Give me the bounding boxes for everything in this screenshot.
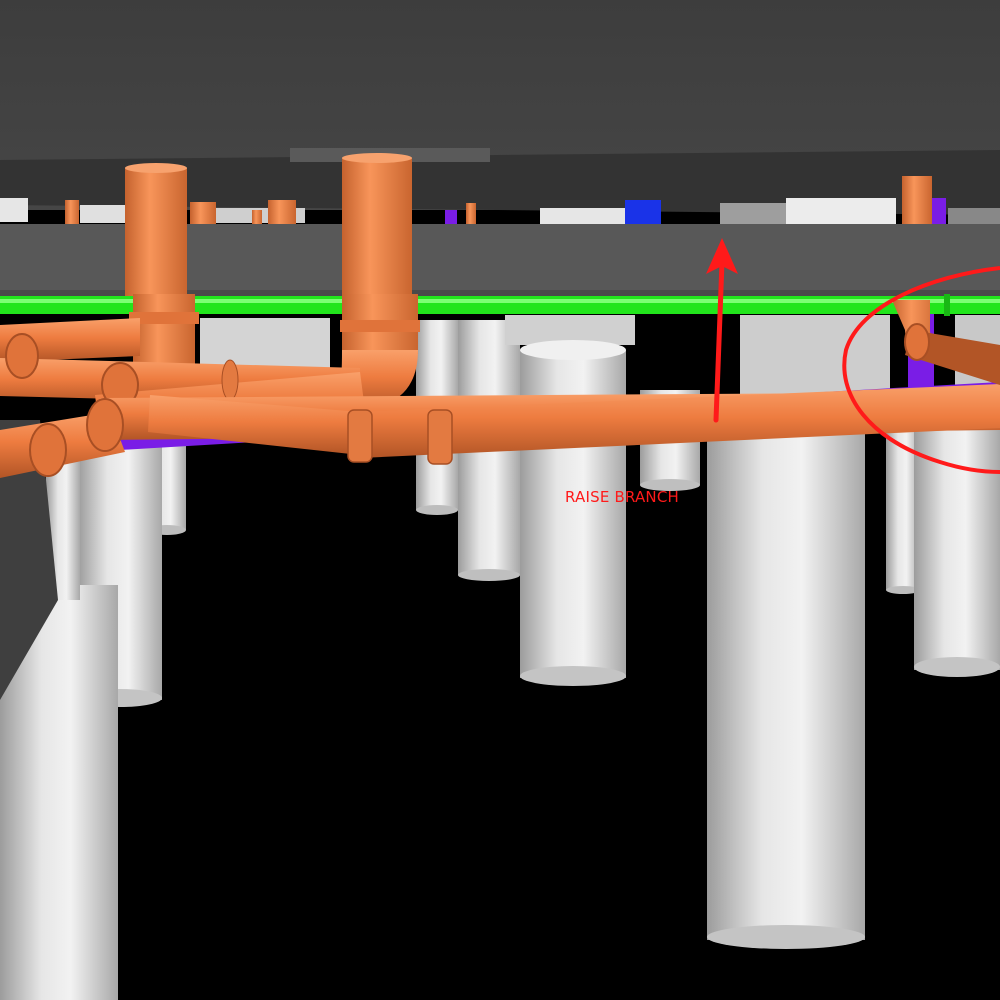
pipe-coupling (5, 333, 39, 379)
column-top (520, 340, 626, 360)
green-pipe-coupling (944, 294, 950, 316)
wall-panel (200, 318, 330, 370)
pipe-riser (902, 176, 932, 224)
pipe-riser (466, 203, 476, 225)
column-base (520, 666, 626, 686)
column (707, 420, 865, 940)
pipe-coupling (86, 398, 124, 452)
model-viewport[interactable]: RAISE BRANCH (0, 0, 1000, 1000)
pipe-coupling (221, 359, 239, 401)
background-panel (948, 208, 1000, 224)
background-panel (786, 198, 896, 224)
pipe-riser (190, 202, 216, 226)
pipe-riser (268, 200, 296, 226)
column-base (707, 925, 865, 949)
column-base (416, 505, 458, 515)
background-panel (540, 208, 630, 224)
pipe-coupling (340, 320, 420, 332)
pipe-coupling (427, 409, 453, 465)
column-base (914, 657, 1000, 677)
background-panel (80, 205, 130, 223)
pipe-riser (133, 294, 195, 364)
purple-riser (445, 210, 457, 224)
wall-panel (740, 315, 890, 395)
pipe-riser-top (125, 163, 187, 173)
column-base (458, 569, 520, 581)
background-panel (0, 198, 28, 222)
purple-riser (930, 198, 946, 224)
pipe-riser-top (342, 153, 412, 163)
pipe-coupling (904, 323, 930, 361)
3d-model-view (0, 0, 1000, 1000)
pipe-riser (342, 158, 412, 298)
pipe-coupling (347, 409, 373, 463)
pipe-riser (65, 200, 79, 226)
pipe-riser (252, 210, 262, 226)
markup-note-text: RAISE BRANCH (565, 488, 680, 506)
blue-element (625, 200, 661, 224)
background-panel (720, 203, 790, 225)
pipe-riser (125, 168, 187, 298)
pipe-coupling (29, 423, 67, 477)
